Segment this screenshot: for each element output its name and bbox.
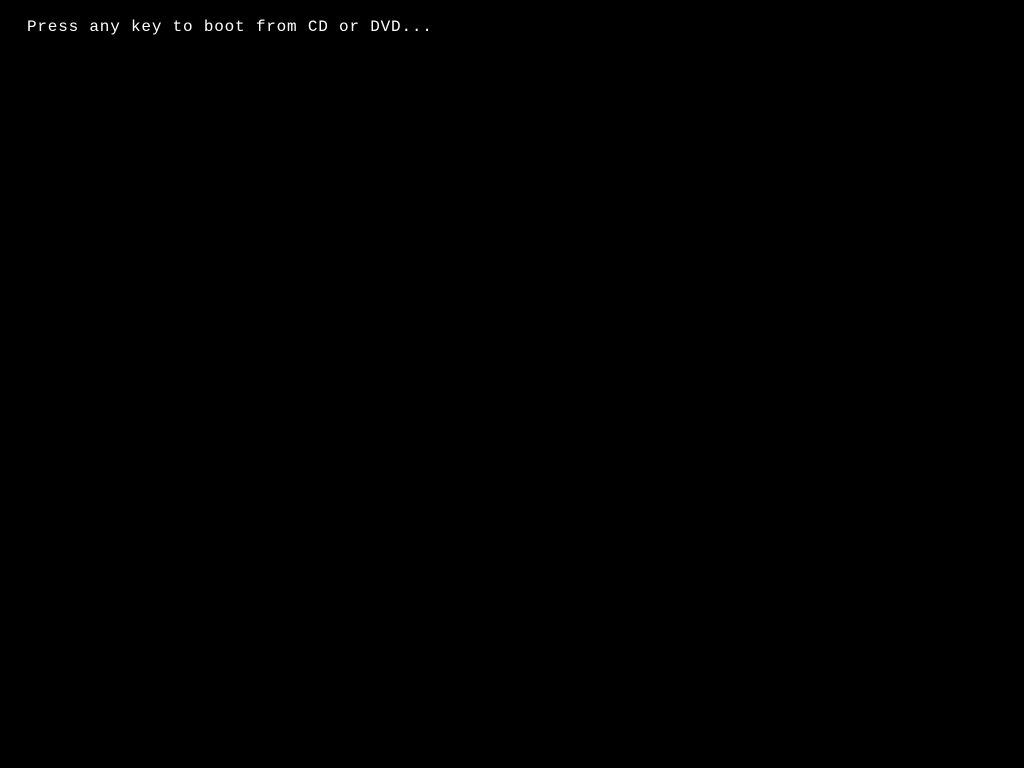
boot-prompt-text: Press any key to boot from CD or DVD...	[27, 18, 433, 36]
boot-screen: Press any key to boot from CD or DVD...	[0, 0, 1024, 768]
